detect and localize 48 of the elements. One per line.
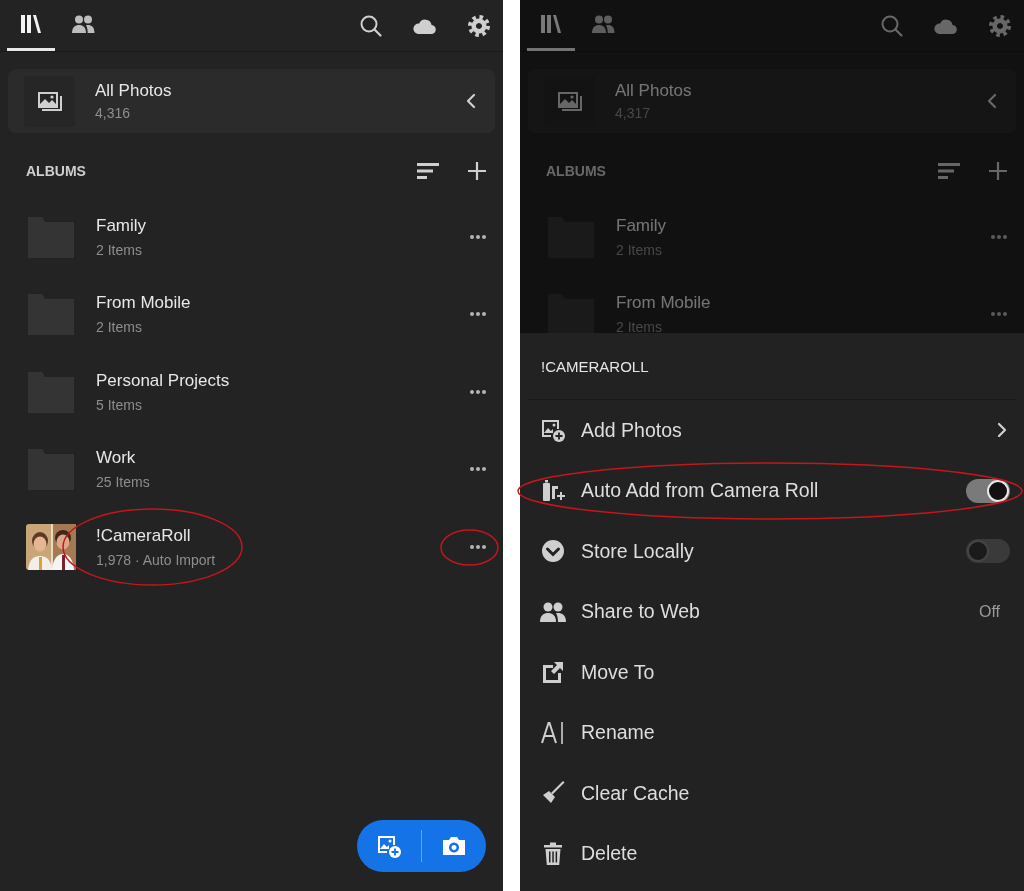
album-meta: 2 Items [96,241,143,258]
section-heading: ALBUMS [26,163,87,179]
chevron-down-icon [540,538,566,565]
setting-value: Off [978,602,1000,621]
album-meta: 25 Items [96,474,151,491]
photo-count: 4,316 [95,105,132,121]
sort-icon[interactable] [417,163,439,179]
menu-item[interactable]: Move To [520,642,1024,703]
search-icon[interactable] [359,13,383,38]
section-heading: ALBUMS [546,163,607,179]
move-icon [540,659,566,686]
album-name[interactable]: From Mobile [96,293,469,314]
add-icon[interactable] [467,161,487,181]
album-meta: 2 Items [96,319,143,336]
album-meta: 1,978 · Auto Import [96,551,217,568]
album-meta: 5 Items [96,396,143,413]
sheet-title: !CAMERAROLL [541,357,649,375]
menu-item[interactable]: Auto Add from Camera Roll [520,460,1024,521]
library-icon [539,12,563,36]
toggle-switch[interactable] [966,539,1010,564]
album-title: All Photos [615,81,693,101]
all-photos-card[interactable]: All Photos 4,316 [8,69,495,133]
settings-icon[interactable] [467,13,491,38]
more-icon[interactable] [469,311,487,318]
text-cursor-icon [540,719,566,746]
menu-item[interactable]: Clear Cache [520,763,1024,824]
add-photo-icon [540,417,566,444]
add-photo-icon [376,833,402,859]
more-icon[interactable] [469,233,487,240]
album-title: All Photos [95,81,173,101]
album-name[interactable]: !CameraRoll [96,525,469,546]
image-stack-icon [24,75,75,127]
menu-item[interactable]: Store Locally [520,521,1024,582]
album-name[interactable]: Family [616,215,990,236]
more-icon[interactable] [469,466,487,473]
album-name[interactable]: Work [96,448,469,469]
album-name[interactable]: From Mobile [616,293,990,314]
album-name[interactable]: Personal Projects [96,370,469,391]
more-icon[interactable] [469,388,487,395]
more-icon[interactable] [469,543,487,550]
library-icon [19,12,43,36]
toggle-switch[interactable] [966,478,1010,503]
menu-item[interactable]: Add Photos [520,400,1024,461]
menu-item[interactable]: Rename [520,702,1024,763]
menu-item[interactable]: Share to Web Off [520,581,1024,642]
album-name[interactable]: Family [96,215,469,236]
menu-item[interactable]: Delete [520,823,1024,884]
phone-add-icon [540,477,566,504]
